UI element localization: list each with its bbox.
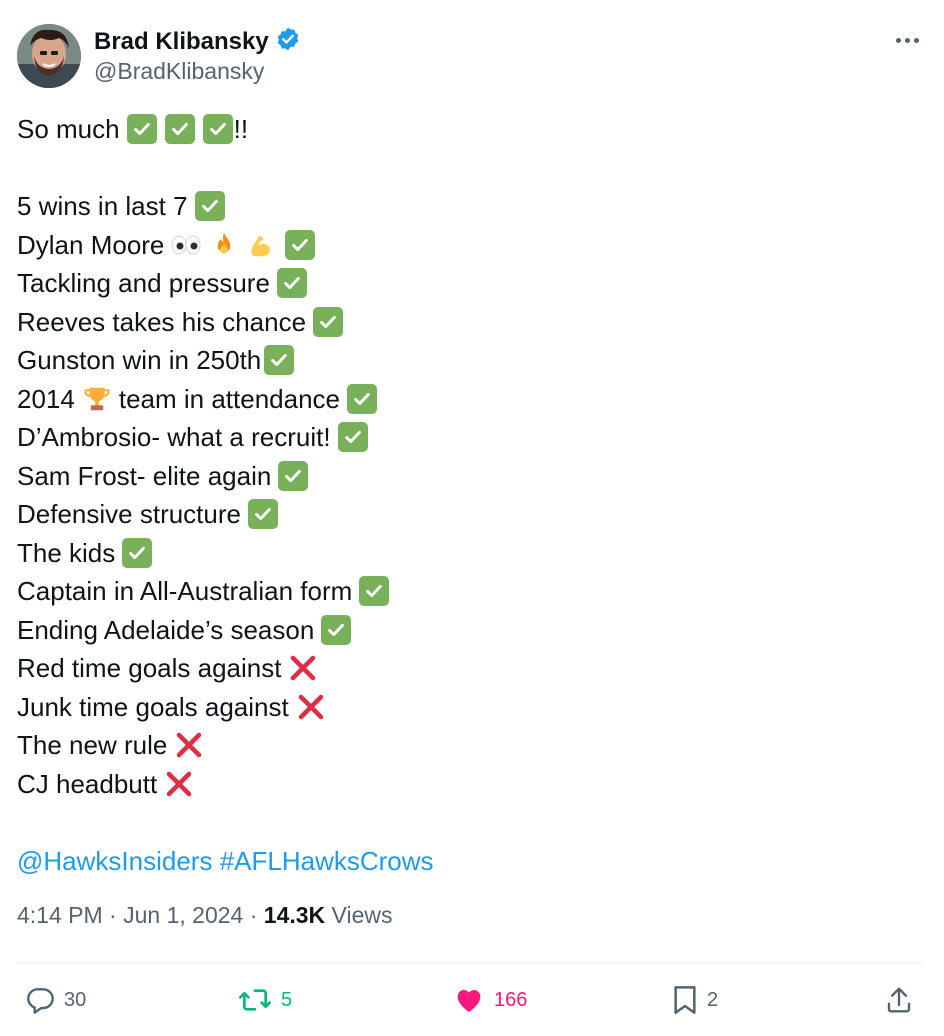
tweet-links: @HawksInsiders #AFLHawksCrows	[17, 842, 917, 881]
check-mark-emoji-icon	[121, 537, 153, 569]
check-mark-emoji-icon	[202, 113, 234, 145]
author-handle[interactable]: @BradKlibansky	[94, 58, 264, 85]
reply-button[interactable]: 30	[24, 980, 86, 1020]
tweet-time[interactable]: 4:14 PM	[17, 902, 103, 929]
author-name-row[interactable]: Brad Klibansky	[94, 26, 301, 57]
tweet-line: D’Ambrosio- what a recruit!	[17, 418, 917, 457]
check-mark-emoji-icon	[320, 614, 352, 646]
tweet-line: Junk time goals against	[17, 688, 917, 727]
check-mark-emoji-icon	[277, 460, 309, 492]
avatar[interactable]	[17, 24, 81, 88]
tweet-line-text: 2014	[17, 383, 75, 414]
tweet-line-text: D’Ambrosio- what a recruit!	[17, 422, 331, 452]
meta-separator: ·	[102, 902, 124, 928]
check-mark-emoji-icon	[284, 229, 316, 261]
cross-mark-emoji-icon	[295, 691, 327, 723]
tweet-line-text: So much	[17, 114, 120, 144]
hashtag-link[interactable]: #AFLHawksCrows	[220, 842, 434, 881]
like-icon	[452, 984, 486, 1016]
tweet-meta: 4:14 PM · Jun 1, 2024 · 14.3K Views	[17, 902, 392, 929]
tweet-line: 5 wins in last 7	[17, 187, 917, 226]
repost-button[interactable]: 5	[237, 980, 292, 1020]
tweet-line-text: team in attendance	[118, 383, 340, 414]
tweet-line: Tackling and pressure	[17, 264, 917, 303]
tweet-line-text: Ending Adelaide’s season	[17, 614, 315, 645]
bookmark-icon	[671, 984, 699, 1016]
tweet-line-text: Tackling and pressure	[17, 268, 270, 298]
fire-emoji-icon	[208, 229, 240, 261]
mention-link[interactable]: @HawksInsiders	[17, 842, 212, 881]
tweet-line-text: CJ headbutt	[17, 768, 158, 799]
flexed-biceps-emoji-icon	[246, 229, 278, 261]
verified-badge-icon	[275, 26, 301, 57]
like-count: 166	[494, 988, 528, 1011]
check-mark-emoji-icon	[164, 113, 196, 145]
bookmark-count: 2	[707, 988, 719, 1011]
bookmark-button[interactable]: 2	[671, 980, 718, 1020]
tweet-line: Ending Adelaide’s season	[17, 611, 917, 650]
check-mark-emoji-icon	[126, 113, 158, 145]
tweet-line-text: 5 wins in last 7	[17, 191, 188, 221]
tweet-line-text: Red time goals against	[17, 653, 282, 683]
check-mark-emoji-icon	[358, 575, 390, 607]
tweet-line: Sam Frost- elite again	[17, 457, 917, 496]
check-mark-emoji-icon	[194, 190, 226, 222]
views-count: 14.3K	[263, 902, 326, 928]
views-label: Views	[331, 902, 393, 928]
cross-mark-emoji-icon	[173, 729, 205, 761]
tweet-line-text: Sam Frost- elite again	[17, 460, 272, 491]
tweet-line-suffix: !!	[233, 114, 249, 144]
tweet-line: Captain in All-Australian form	[17, 572, 917, 611]
links-space	[212, 842, 219, 881]
tweet-line-text: Captain in All-Australian form	[17, 576, 353, 606]
check-mark-emoji-icon	[312, 306, 344, 338]
tweet-text: So much!! 5 wins in last 7 Dylan Moore Tack…	[17, 110, 917, 880]
tweet-line: CJ headbutt	[17, 765, 917, 804]
divider	[17, 962, 922, 963]
display-name[interactable]: Brad Klibansky	[94, 28, 269, 56]
tweet-line: 2014 team in attendance	[17, 380, 917, 419]
share-icon	[884, 984, 914, 1016]
check-mark-emoji-icon	[346, 383, 378, 415]
tweet-line: The new rule	[17, 726, 917, 765]
check-mark-emoji-icon	[247, 498, 279, 530]
tweet-line-text: Junk time goals against	[17, 691, 289, 722]
reply-count: 30	[64, 988, 87, 1011]
tweet-line: The kids	[17, 534, 917, 573]
check-mark-emoji-icon	[263, 344, 295, 376]
tweet-line: Red time goals against	[17, 649, 917, 688]
repost-count: 5	[281, 988, 293, 1011]
more-icon[interactable]	[896, 30, 922, 50]
tweet-line: Dylan Moore	[17, 226, 917, 265]
action-bar: 30 5 166 2	[0, 980, 944, 1020]
trophy-emoji-icon	[81, 383, 113, 415]
tweet-line-text: Gunston win in 250th	[17, 345, 262, 375]
tweet-line-text: Reeves takes his chance	[17, 306, 307, 337]
like-button[interactable]: 166	[452, 980, 527, 1020]
tweet-line: Reeves takes his chance	[17, 303, 917, 342]
check-mark-emoji-icon	[337, 421, 369, 453]
cross-mark-emoji-icon	[287, 652, 319, 684]
tweet-line-text: Dylan Moore	[17, 229, 165, 260]
tweet-date[interactable]: Jun 1, 2024	[123, 902, 243, 929]
tweet-line-text: The kids	[17, 537, 116, 568]
tweet-line: Defensive structure	[17, 495, 917, 534]
tweet-line-text: Defensive structure	[17, 499, 241, 529]
cross-mark-emoji-icon	[163, 768, 195, 800]
tweet-line: So much!!	[17, 110, 917, 149]
eyes-emoji-icon	[170, 229, 202, 261]
check-mark-emoji-icon	[276, 267, 308, 299]
tweet-line: Gunston win in 250th	[17, 341, 917, 380]
meta-separator: ·	[243, 902, 264, 928]
reply-icon	[24, 984, 56, 1016]
tweet-line-text: The new rule	[17, 730, 168, 760]
share-button[interactable]	[884, 980, 914, 1020]
repost-icon	[237, 984, 273, 1016]
